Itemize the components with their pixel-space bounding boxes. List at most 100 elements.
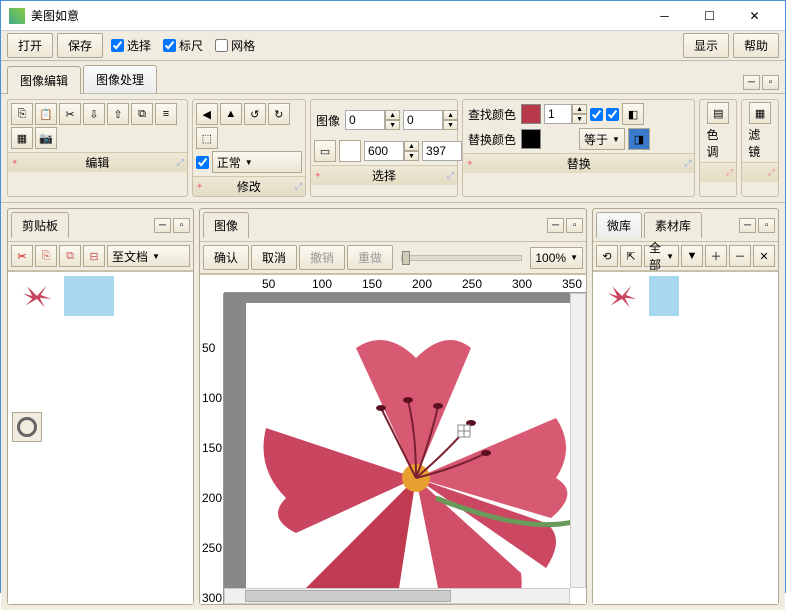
expand-icon[interactable]: ⤢	[295, 181, 302, 192]
ribbon-group-select: 图像 ▲▼ ▲▼ ▭ ▲▼ ▲▼ ✦选择⤢	[310, 99, 458, 197]
cut-icon[interactable]: ✂	[11, 245, 33, 267]
y-spinner[interactable]: ▲▼	[403, 110, 458, 130]
replace-color-swatch[interactable]	[521, 129, 541, 149]
grid-icon[interactable]: ▦	[11, 127, 33, 149]
library-thumb[interactable]	[597, 276, 647, 316]
image-panel: 图像 ─ ▫ 确认 取消 撤销 重做 100%▼ 501001502002503…	[199, 208, 587, 605]
add-button[interactable]: ＋	[705, 245, 727, 267]
grid-checkbox[interactable]: 网格	[215, 37, 255, 54]
sort-icon[interactable]: ▼	[681, 245, 703, 267]
replace-opt2-checkbox[interactable]	[606, 108, 619, 121]
help-button[interactable]: 帮助	[733, 33, 779, 58]
clipboard-thumb[interactable]	[12, 276, 62, 316]
delete-button[interactable]: ✕	[753, 245, 775, 267]
image-tab[interactable]: 图像	[203, 212, 249, 238]
flip-h-icon[interactable]: ◀	[196, 103, 218, 125]
x-spinner[interactable]: ▲▼	[345, 110, 400, 130]
mode-checkbox[interactable]	[196, 156, 209, 169]
vertical-scrollbar[interactable]	[570, 293, 586, 588]
minimize-button[interactable]: ─	[642, 2, 687, 30]
apply-replace-icon[interactable]: ◨	[628, 128, 650, 150]
clipboard-tab[interactable]: 剪贴板	[11, 212, 69, 238]
clear-icon[interactable]: ⊟	[83, 245, 105, 267]
expand-icon[interactable]: ⤢	[768, 167, 775, 178]
ribbon-minimize-button[interactable]: ─	[743, 75, 760, 90]
copy-icon[interactable]: ⎘	[35, 245, 57, 267]
find-color-swatch[interactable]	[521, 104, 541, 124]
save-button[interactable]: 保存	[57, 33, 103, 58]
library-body	[593, 271, 778, 604]
close-button[interactable]: ✕	[732, 2, 777, 30]
redo-button[interactable]: 重做	[347, 245, 393, 270]
panel-minimize-button[interactable]: ─	[739, 218, 756, 233]
replace-opt1-checkbox[interactable]	[590, 108, 603, 121]
free-select-icon[interactable]	[339, 140, 361, 162]
image-content[interactable]	[246, 303, 586, 588]
expand-icon[interactable]: ⤢	[177, 157, 184, 168]
import-icon[interactable]: ⟲	[596, 245, 618, 267]
circle-icon	[17, 417, 37, 437]
library-thumb-selected[interactable]	[649, 276, 679, 316]
ribbon-close-button[interactable]: ▫	[762, 75, 779, 90]
expand-icon[interactable]: ⤢	[684, 158, 691, 169]
filter-icon[interactable]: ▦	[749, 102, 771, 124]
paste-icon[interactable]: ⧉	[59, 245, 81, 267]
slider-thumb[interactable]	[402, 251, 410, 265]
panel-minimize-button[interactable]: ─	[547, 218, 564, 233]
shape-tool[interactable]	[12, 412, 42, 442]
vertical-ruler: 50100150200250300350	[200, 293, 224, 604]
panel-close-button[interactable]: ▫	[758, 218, 775, 233]
expand-icon[interactable]: ⤢	[726, 167, 733, 178]
zoom-slider[interactable]	[401, 255, 522, 261]
operator-select[interactable]: 等于▼	[579, 128, 625, 150]
copy-icon[interactable]: ⎘	[11, 103, 33, 125]
open-button[interactable]: 打开	[7, 33, 53, 58]
clipboard-thumb-selected[interactable]	[64, 276, 114, 316]
canvas[interactable]	[224, 293, 586, 588]
ruler-checkbox[interactable]: 标尺	[163, 37, 203, 54]
material-library-tab[interactable]: 素材库	[644, 212, 702, 238]
panel-close-button[interactable]: ▫	[173, 218, 190, 233]
horizontal-ruler: 50100150200250300350	[224, 275, 586, 293]
ribbon-group-replace: 查找颜色 ▲▼ ◧ 替换颜色 等于▼ ◨ ✦替换⤢	[462, 99, 695, 197]
export-icon[interactable]: ⇧	[107, 103, 129, 125]
remove-button[interactable]: －	[729, 245, 751, 267]
crop-icon[interactable]: ⬚	[196, 127, 218, 149]
panel-close-button[interactable]: ▫	[566, 218, 583, 233]
rotate-cw-icon[interactable]: ↻	[268, 103, 290, 125]
maximize-button[interactable]: ☐	[687, 2, 732, 30]
w-spinner[interactable]: ▲▼	[364, 141, 419, 161]
image-label: 图像	[314, 112, 342, 129]
tone-icon[interactable]: ▤	[707, 102, 729, 124]
export-icon[interactable]: ⇱	[620, 245, 642, 267]
rotate-ccw-icon[interactable]: ↺	[244, 103, 266, 125]
zoom-select[interactable]: 100%▼	[530, 247, 583, 269]
list-icon[interactable]: ≡	[155, 103, 177, 125]
tab-image-process[interactable]: 图像处理	[83, 65, 157, 93]
micro-library-tab[interactable]: 微库	[596, 212, 642, 238]
mode-select[interactable]: 正常▼	[212, 151, 302, 173]
confirm-button[interactable]: 确认	[203, 245, 249, 270]
select-checkbox[interactable]: 选择	[111, 37, 151, 54]
tab-image-edit[interactable]: 图像编辑	[7, 66, 81, 94]
display-button[interactable]: 显示	[683, 33, 729, 58]
swatch1-icon[interactable]: ◧	[622, 103, 644, 125]
ribbon-group-tone: ▤色调 ⤢	[699, 99, 737, 197]
category-select[interactable]: 全部▼	[644, 245, 679, 267]
wand-icon: ✦	[11, 157, 19, 168]
panel-minimize-button[interactable]: ─	[154, 218, 171, 233]
camera-icon[interactable]: 📷	[35, 127, 57, 149]
duplicate-icon[interactable]: ⧉	[131, 103, 153, 125]
cut-icon[interactable]: ✂	[59, 103, 81, 125]
expand-icon[interactable]: ⤢	[447, 170, 454, 181]
horizontal-scrollbar[interactable]	[224, 588, 570, 604]
tolerance-spinner[interactable]: ▲▼	[544, 104, 587, 124]
import-icon[interactable]: ⇩	[83, 103, 105, 125]
flip-v-icon[interactable]: ▲	[220, 103, 242, 125]
cancel-button[interactable]: 取消	[251, 245, 297, 270]
paste-icon[interactable]: 📋	[35, 103, 57, 125]
rect-select-icon[interactable]: ▭	[314, 140, 336, 162]
filter-label: 滤镜	[748, 126, 772, 160]
todoc-select[interactable]: 至文档▼	[107, 245, 190, 267]
undo-button[interactable]: 撤销	[299, 245, 345, 270]
